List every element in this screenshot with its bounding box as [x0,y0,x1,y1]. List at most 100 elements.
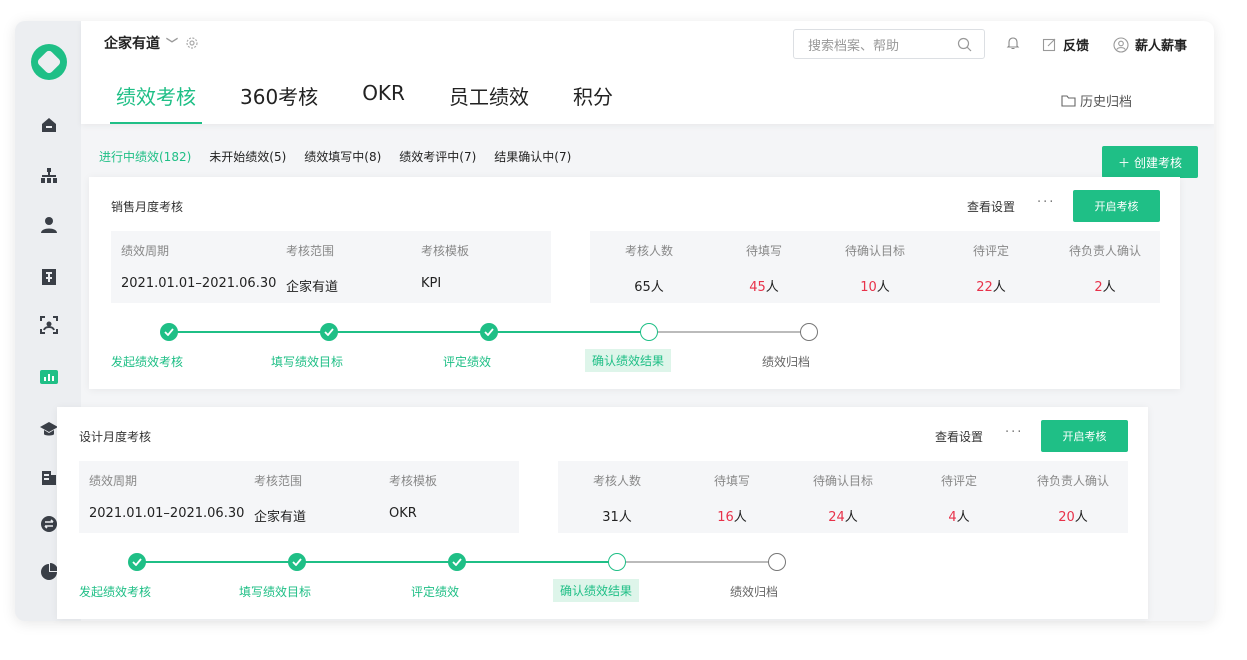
person-icon[interactable] [39,215,59,235]
unit-label: 人 [650,280,664,295]
check-icon [324,328,334,336]
performance-chart-icon[interactable] [39,367,59,387]
stat-header: 待评定 [972,244,1009,258]
stat-value: 2 [1094,280,1103,295]
check-icon [452,558,462,566]
view-settings-link[interactable]: 查看设置 [935,428,983,445]
building-icon[interactable] [39,467,59,487]
filter-filling[interactable]: 绩效填写中(8) [304,148,381,165]
chevron-down-icon: ﹀ [166,36,179,51]
user-name: 薪人薪事 [1135,39,1188,54]
search-placeholder: 搜索档案、帮助 [808,38,900,54]
filter-confirming[interactable]: 结果确认中(7) [494,148,571,165]
step-label: 填写绩效目标 [271,355,344,369]
step-label: 填写绩效目标 [239,585,312,599]
create-review-button[interactable]: ＋ 创建考核 [1102,146,1198,178]
filter-in-progress[interactable]: 进行中绩效(182) [99,148,191,165]
feedback-button[interactable]: 反馈 [1042,35,1089,54]
step-todo-dot [800,323,818,341]
graduation-cap-icon[interactable] [39,419,59,439]
more-icon[interactable]: ··· [1037,195,1055,210]
stat-value: 65 [634,280,651,295]
start-review-button[interactable]: 开启考核 [1073,190,1160,222]
step-done-dot [160,323,178,341]
period-value: 2021.01.01–2021.06.30 [89,506,245,521]
filter-evaluating[interactable]: 绩效考评中(7) [399,148,476,165]
gear-icon[interactable] [184,35,200,51]
history-archive-link[interactable]: 历史归档 [1061,91,1132,110]
search-input[interactable]: 搜索档案、帮助 [793,29,985,59]
stat-value: 31 [602,510,619,525]
unit-label: 人 [733,510,747,525]
step-current-dot [608,553,626,571]
stat-value: 45 [749,280,766,295]
review-stats: 考核人数 65人 待填写 45人 待确认目标 10人 待评定 22人 待负责人确… [590,231,1160,303]
user-menu[interactable]: 薪人薪事 [1113,35,1187,54]
more-icon[interactable]: ··· [1005,425,1023,440]
home-icon[interactable] [39,115,59,135]
start-review-button[interactable]: 开启考核 [1041,420,1128,452]
unit-label: 人 [992,280,1006,295]
org-chart-icon[interactable] [39,166,59,186]
check-icon [484,328,494,336]
face-scan-icon[interactable] [39,315,59,335]
view-settings-link[interactable]: 查看设置 [967,198,1015,215]
top-header: 企家有道 ﹀ 搜索档案、帮助 反馈 薪人薪事 绩效考核 360考核 OKR 员工… [81,21,1214,124]
check-icon [132,558,142,566]
step-label: 绩效归档 [762,355,811,369]
scope-header: 考核范围 [286,244,335,258]
step-todo-dot [768,553,786,571]
stat-header: 考核人数 [592,474,641,488]
step-label: 绩效归档 [730,585,779,599]
history-label: 历史归档 [1080,95,1133,110]
template-header: 考核模板 [389,474,438,488]
unit-label: 人 [844,510,858,525]
stat-value: 10 [860,280,877,295]
search-icon[interactable] [957,37,972,52]
stat-header: 待确认目标 [812,474,873,488]
tab-okr[interactable]: OKR [356,81,411,124]
step-label: 评定绩效 [411,585,460,599]
check-icon [164,328,174,336]
unit-label: 人 [956,510,970,525]
status-filters: 进行中绩效(182) 未开始绩效(5) 绩效填写中(8) 绩效考评中(7) 结果… [99,148,571,165]
main-tabs: 绩效考核 360考核 OKR 员工绩效 积分 [110,81,651,124]
stat-value: 24 [828,510,845,525]
exchange-icon[interactable] [39,514,59,534]
stat-header: 考核人数 [624,244,673,258]
feedback-label: 反馈 [1063,39,1090,54]
step-label: 发起绩效考核 [111,355,184,369]
ledger-icon[interactable] [39,267,59,287]
step-label-current: 确认绩效结果 [553,579,640,602]
bell-icon[interactable] [1005,35,1021,51]
review-card: 销售月度考核 查看设置 ··· 开启考核 绩效周期 考核范围 考核模板 2021… [89,177,1180,389]
review-info: 绩效周期 考核范围 考核模板 2021.01.01–2021.06.30 企家有… [111,231,551,303]
tab-360-review[interactable]: 360考核 [234,81,324,124]
step-done-dot [480,323,498,341]
step-label: 发起绩效考核 [79,585,152,599]
tab-employee-performance[interactable]: 员工绩效 [443,81,535,124]
progress-steps: 发起绩效考核 填写绩效目标 评定绩效 确认绩效结果 绩效归档 [111,323,818,373]
filter-not-started[interactable]: 未开始绩效(5) [209,148,286,165]
review-info: 绩效周期 考核范围 考核模板 2021.01.01–2021.06.30 企家有… [79,461,519,533]
stat-value: 4 [948,510,957,525]
company-switcher[interactable]: 企家有道 ﹀ [104,33,200,53]
plus-icon: ＋ [1117,155,1130,170]
stat-value: 20 [1058,510,1075,525]
folder-icon [1061,94,1076,107]
review-card: 设计月度考核 查看设置 ··· 开启考核 绩效周期 考核范围 考核模板 2021… [57,407,1148,619]
period-value: 2021.01.01–2021.06.30 [121,276,277,291]
template-header: 考核模板 [421,244,470,258]
app-logo[interactable] [31,44,67,80]
tab-performance-review[interactable]: 绩效考核 [110,81,202,124]
period-header: 绩效周期 [121,244,170,258]
stat-header: 待负责人确认 [1068,244,1141,258]
step-done-dot [288,553,306,571]
stat-header: 待确认目标 [844,244,905,258]
unit-label: 人 [1102,280,1116,295]
period-header: 绩效周期 [89,474,138,488]
stat-header: 待负责人确认 [1036,474,1109,488]
pie-chart-icon[interactable] [39,562,59,582]
tab-points[interactable]: 积分 [567,81,619,124]
create-review-label: 创建考核 [1134,155,1183,170]
